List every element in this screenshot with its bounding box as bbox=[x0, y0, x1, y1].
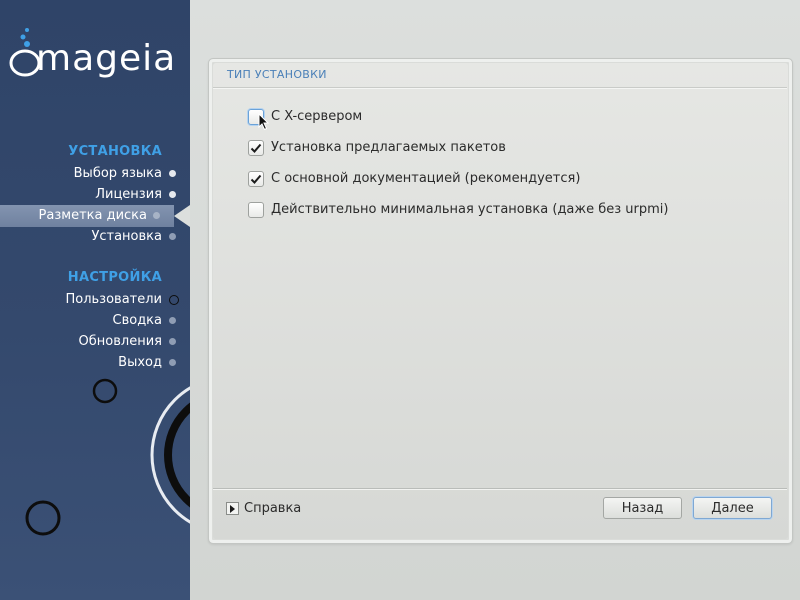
option-label: С основной документацией (рекомендуется) bbox=[271, 171, 581, 186]
step-summary: Сводка bbox=[112, 310, 176, 331]
sidebar: mageia УСТАНОВКА Выбор языка Лицензия Ра… bbox=[0, 0, 190, 600]
step-label: Разметка диска bbox=[38, 208, 147, 223]
step-pending-bullet-icon bbox=[169, 338, 176, 345]
step-users: Пользователи bbox=[65, 289, 179, 310]
step-license: Лицензия bbox=[95, 184, 176, 205]
install-type-panel bbox=[208, 58, 793, 544]
triangle-right-icon[interactable] bbox=[226, 502, 239, 515]
page-title: ТИП УСТАНОВКИ bbox=[227, 68, 327, 81]
step-label: Установка bbox=[91, 229, 162, 244]
step-pending-bullet-icon bbox=[169, 359, 176, 366]
step-partitioning-active: Разметка диска bbox=[0, 205, 190, 227]
checkmark-icon bbox=[250, 174, 262, 184]
option-label: Действительно минимальная установка (даж… bbox=[271, 202, 669, 217]
brand-name: mageia bbox=[36, 38, 177, 79]
option-label: С X-сервером bbox=[271, 109, 363, 124]
step-label: Пользователи bbox=[65, 292, 162, 307]
step-label: Выход bbox=[118, 355, 162, 370]
step-label: Лицензия bbox=[95, 187, 162, 202]
step-exit: Выход bbox=[118, 352, 176, 373]
step-active-bullet-icon bbox=[153, 212, 160, 219]
section-title-install: УСТАНОВКА bbox=[68, 144, 162, 159]
help-label: Справка bbox=[244, 501, 302, 516]
step-pending-ring-icon bbox=[169, 295, 179, 305]
step-updates: Обновления bbox=[78, 331, 176, 352]
step-done-bullet-icon bbox=[169, 191, 176, 198]
step-done-bullet-icon bbox=[169, 170, 176, 177]
checkbox-checked[interactable] bbox=[248, 171, 264, 187]
step-pending-bullet-icon bbox=[169, 317, 176, 324]
section-title-configure: НАСТРОЙКА bbox=[67, 270, 162, 285]
step-installation: Установка bbox=[91, 226, 176, 247]
footer-divider bbox=[213, 488, 787, 490]
step-pending-bullet-icon bbox=[169, 233, 176, 240]
panel-body bbox=[213, 63, 788, 539]
option-label: Установка предлагаемых пакетов bbox=[271, 140, 506, 155]
checkbox-checked[interactable] bbox=[248, 140, 264, 156]
mouse-pointer-icon bbox=[258, 113, 270, 131]
step-label: Выбор языка bbox=[73, 166, 162, 181]
back-button[interactable]: Назад bbox=[603, 497, 682, 519]
title-divider bbox=[213, 87, 787, 89]
next-button[interactable]: Далее bbox=[693, 497, 772, 519]
step-label: Обновления bbox=[78, 334, 162, 349]
checkbox-unchecked[interactable] bbox=[248, 202, 264, 218]
step-language: Выбор языка bbox=[73, 163, 176, 184]
active-step-arrow-icon bbox=[174, 205, 190, 227]
checkmark-icon bbox=[250, 143, 262, 153]
step-label: Сводка bbox=[112, 313, 163, 328]
